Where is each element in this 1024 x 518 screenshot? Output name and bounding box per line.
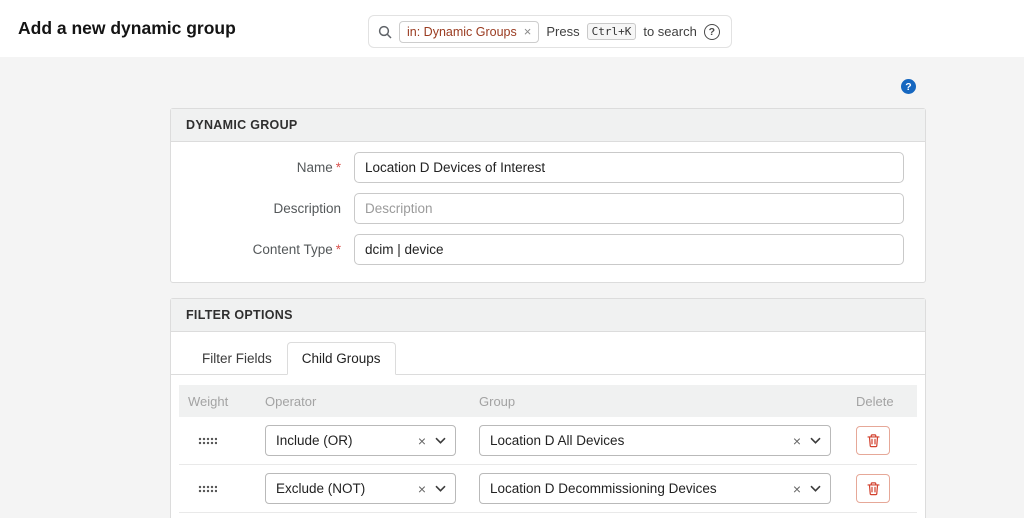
operator-cell: Exclude (NOT) × [265,473,479,504]
dynamic-group-panel: DYNAMIC GROUP Name* Description [170,108,926,283]
operator-select[interactable]: Exclude (NOT) × [265,473,456,504]
table-row: Exclude (NOT) × Location D Decommissioni… [179,465,917,513]
dynamic-group-form: Name* Description Content Type* [171,142,925,282]
description-input[interactable] [354,193,904,224]
column-header-operator: Operator [265,394,479,409]
search-hint-to-search: to search [643,24,696,39]
column-header-weight: Weight [179,394,265,409]
global-search[interactable]: in: Dynamic Groups × Press Ctrl+K to sea… [368,15,732,48]
content-type-field-row: Content Type* [171,234,925,265]
page: Add a new dynamic group in: Dynamic Grou… [0,0,1024,518]
required-asterisk: * [336,160,341,175]
ctrl-k-shortcut: Ctrl+K [587,23,637,40]
name-label-text: Name [297,160,333,175]
content-type-label-text: Content Type [253,242,333,257]
name-input[interactable] [354,152,904,183]
operator-select[interactable]: Include (OR) × [265,425,456,456]
page-help-icon[interactable]: ? [901,79,916,94]
chevron-down-icon[interactable] [810,485,821,492]
search-help-icon[interactable]: ? [704,24,720,40]
description-field-row: Description [171,193,925,224]
delete-button[interactable] [856,474,890,503]
filter-options-panel-title: FILTER OPTIONS [171,299,925,332]
topbar: Add a new dynamic group in: Dynamic Grou… [0,0,1024,57]
child-groups-table: Weight Operator Group Delete Include (OR… [179,385,917,513]
filter-options-panel: FILTER OPTIONS Filter Fields Child Group… [170,298,926,518]
delete-cell [856,426,919,455]
chevron-down-icon[interactable] [435,485,446,492]
search-icon [378,25,392,39]
delete-button[interactable] [856,426,890,455]
clear-icon[interactable]: × [793,434,801,448]
search-hint-press: Press [546,24,579,39]
content-type-label: Content Type* [171,242,354,257]
dynamic-group-panel-title: DYNAMIC GROUP [171,109,925,142]
weight-cell [179,480,265,498]
main-content: ? DYNAMIC GROUP Name* Description [0,57,1024,518]
remove-filter-icon[interactable]: × [524,25,532,38]
column-header-group: Group [479,394,856,409]
filter-tabs: Filter Fields Child Groups [171,332,925,375]
group-value: Location D Decommissioning Devices [490,481,793,496]
group-cell: Location D Decommissioning Devices × [479,473,856,504]
description-label: Description [171,201,354,216]
table-header-row: Weight Operator Group Delete [179,385,917,417]
required-asterisk: * [336,242,341,257]
drag-handle[interactable] [198,485,217,493]
content-type-input[interactable] [354,234,904,265]
tab-child-groups[interactable]: Child Groups [287,342,396,375]
name-field-row: Name* [171,152,925,183]
chevron-down-icon[interactable] [810,437,821,444]
group-cell: Location D All Devices × [479,425,856,456]
group-value: Location D All Devices [490,433,793,448]
weight-cell [179,432,265,450]
table-row: Include (OR) × Location D All Devices × [179,417,917,465]
operator-cell: Include (OR) × [265,425,479,456]
operator-value: Include (OR) [276,433,418,448]
page-title: Add a new dynamic group [18,0,236,57]
clear-icon[interactable]: × [418,482,426,496]
search-filter-tag[interactable]: in: Dynamic Groups × [399,21,539,43]
trash-icon [866,481,881,496]
name-label: Name* [171,160,354,175]
drag-handle[interactable] [198,437,217,445]
group-select[interactable]: Location D All Devices × [479,425,831,456]
column-header-delete: Delete [856,394,919,409]
search-filter-tag-label: in: Dynamic Groups [407,25,517,39]
clear-icon[interactable]: × [793,482,801,496]
trash-icon [866,433,881,448]
clear-icon[interactable]: × [418,434,426,448]
tab-filter-fields[interactable]: Filter Fields [187,342,287,375]
delete-cell [856,474,919,503]
chevron-down-icon[interactable] [435,437,446,444]
group-select[interactable]: Location D Decommissioning Devices × [479,473,831,504]
description-label-text: Description [273,201,341,216]
operator-value: Exclude (NOT) [276,481,418,496]
